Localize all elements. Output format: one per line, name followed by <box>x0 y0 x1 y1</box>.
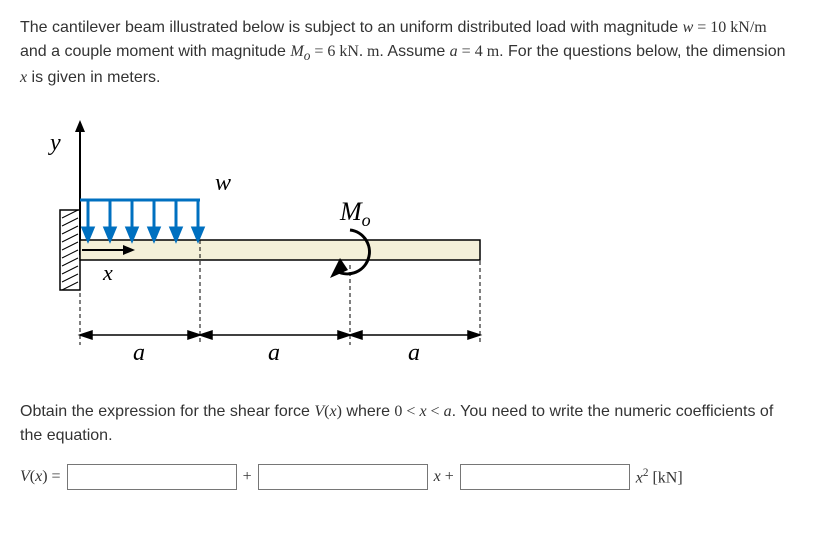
plus-1: + <box>243 465 252 489</box>
instr-1: Obtain the expression for the shear forc… <box>20 403 314 420</box>
w-equation: w = 10 kN/m <box>683 19 767 36</box>
instruction-text: Obtain the expression for the shear forc… <box>20 400 794 448</box>
beam-figure: y w x Mo <box>20 110 500 380</box>
a-label-2: a <box>268 340 280 366</box>
answer-label: V(x) = <box>20 465 61 489</box>
mo-equation: Mo = 6 kN. m <box>290 43 379 60</box>
a-label-3: a <box>408 340 420 366</box>
mo-label: Mo <box>339 197 371 230</box>
problem-text-3: . Assume <box>379 43 449 60</box>
w-label: w <box>215 170 231 196</box>
coefficient-b-input[interactable] <box>258 464 428 490</box>
x-term: x + <box>434 465 454 489</box>
problem-statement: The cantilever beam illustrated below is… <box>20 16 794 90</box>
x-axis-label: x <box>102 260 113 285</box>
problem-text-4: . For the questions below, the dimension <box>499 43 785 60</box>
problem-text-2: and a couple moment with magnitude <box>20 43 290 60</box>
instr-2: where <box>342 403 394 420</box>
coefficient-a-input[interactable] <box>67 464 237 490</box>
problem-text-1: The cantilever beam illustrated below is… <box>20 19 683 36</box>
problem-text-5: is given in meters. <box>27 69 160 86</box>
y-axis-label: y <box>48 130 61 156</box>
a-label-1: a <box>133 340 145 366</box>
range-expr: 0 < x < a <box>394 403 451 420</box>
coefficient-c-input[interactable] <box>460 464 630 490</box>
vx-expr: V(x) <box>314 403 342 420</box>
unit-label: x2 [kN] <box>636 465 683 490</box>
a-equation: a = 4 m <box>450 43 499 60</box>
answer-row: V(x) = + x + x2 [kN] <box>20 464 794 490</box>
